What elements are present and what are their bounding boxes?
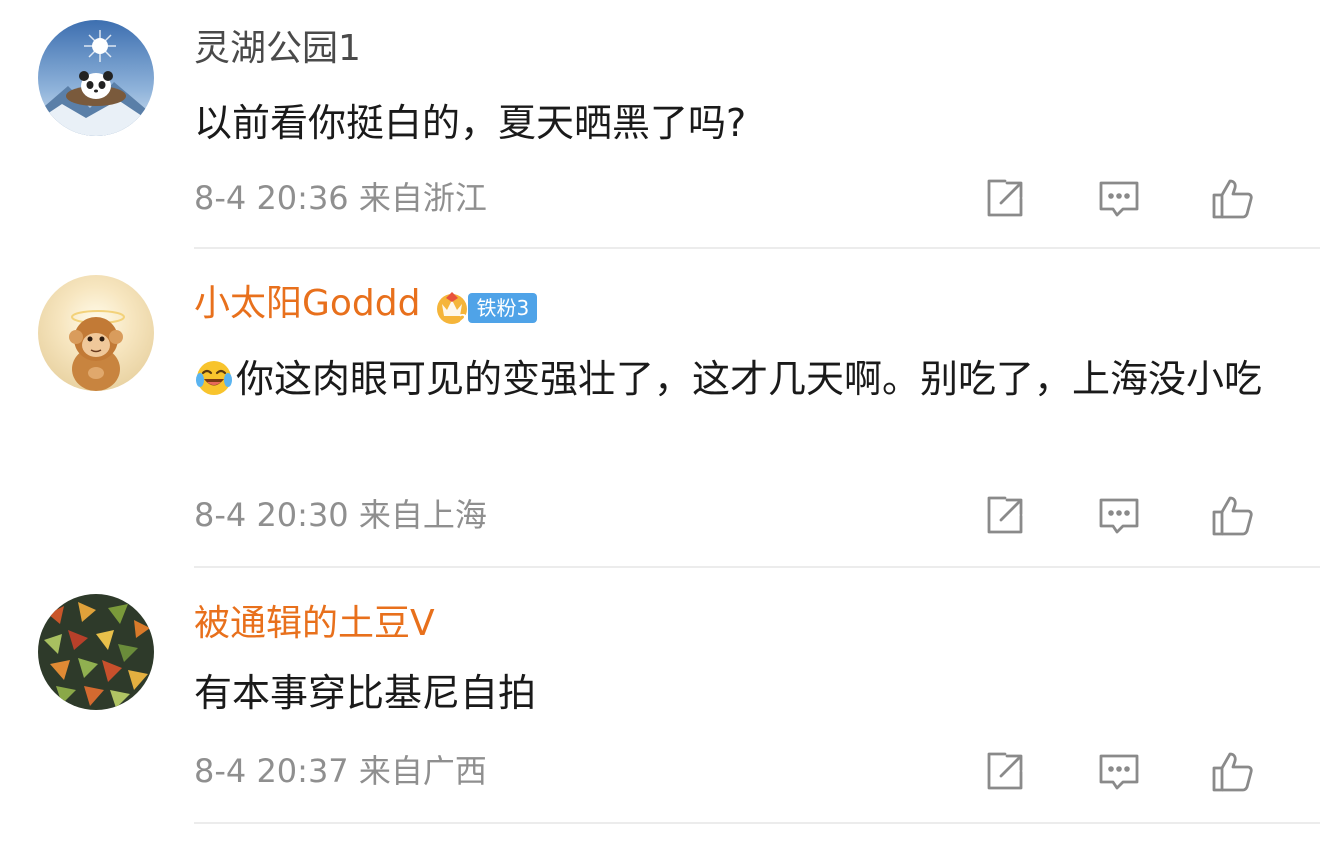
comment-actions: [400, 748, 1253, 796]
comment-text: 以前看你挺白的，夏天晒黑了吗?: [194, 101, 747, 145]
avatar[interactable]: [38, 20, 154, 136]
comment-time: 8-4 20:36: [194, 179, 349, 217]
comment-time: 8-4 20:30: [194, 496, 349, 534]
share-icon[interactable]: [981, 492, 1029, 540]
fan-badge-label: 铁粉3: [468, 293, 538, 323]
share-icon[interactable]: [981, 175, 1029, 223]
divider: [194, 566, 1320, 568]
comment-text: 你这肉眼可见的变强壮了，这才几天啊。别吃了，上海没小吃: [194, 350, 1284, 408]
username[interactable]: 灵湖公园1: [194, 27, 361, 71]
thumbs-up-icon[interactable]: [1208, 492, 1256, 540]
thumbs-up-icon[interactable]: [1208, 175, 1256, 223]
svg-text:2: 2: [459, 312, 467, 326]
laugh-cry-emoji: [194, 358, 234, 398]
comment-text: 有本事穿比基尼自拍: [194, 671, 537, 715]
comment-actions: [400, 492, 1253, 540]
username[interactable]: 被通辑的土豆V: [194, 602, 435, 646]
comment-actions: [400, 175, 1253, 223]
comment-icon[interactable]: [1095, 492, 1143, 540]
divider: [194, 822, 1320, 824]
comment-text-content: 你这肉眼可见的变强壮了，这才几天啊。别吃了，上海没小吃: [236, 357, 1263, 401]
username[interactable]: 小太阳Goddd 2 铁粉3: [194, 282, 538, 326]
avatar[interactable]: [38, 275, 154, 391]
comment-icon[interactable]: [1095, 175, 1143, 223]
username-text[interactable]: 小太阳Goddd: [194, 283, 420, 324]
comment-list: 灵湖公园1 以前看你挺白的，夏天晒黑了吗? 8-4 20:36 来自浙江 小太阳…: [0, 0, 1320, 862]
share-icon[interactable]: [981, 748, 1029, 796]
fan-badge[interactable]: 2 铁粉3: [432, 285, 538, 326]
avatar[interactable]: [38, 594, 154, 710]
comment-icon[interactable]: [1095, 748, 1143, 796]
divider: [194, 247, 1320, 249]
crown-icon: 2: [437, 292, 468, 326]
comment-time: 8-4 20:37: [194, 752, 349, 790]
thumbs-up-icon[interactable]: [1208, 748, 1256, 796]
